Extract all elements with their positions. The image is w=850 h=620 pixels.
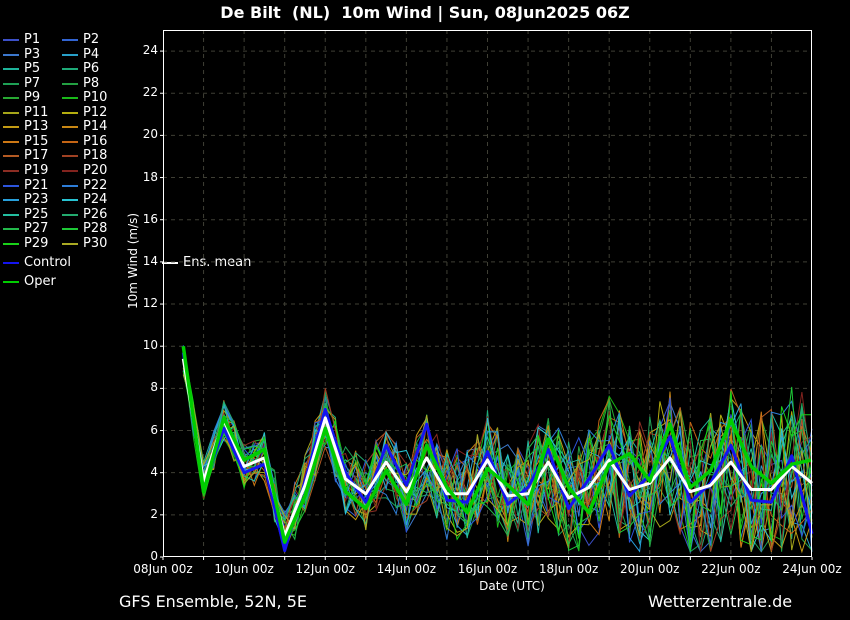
x-tick-label: 12Jun 00z [288,562,362,576]
x-tick-label: 22Jun 00z [694,562,768,576]
footer-model-label: GFS Ensemble, 52N, 5E [119,592,307,611]
y-tick-label: 10 [124,338,158,352]
y-tick-label: 2 [124,507,158,521]
x-tick-label: 16Jun 00z [451,562,525,576]
footer-site-label: Wetterzentrale.de [648,592,792,611]
y-tick-label: 20 [124,127,158,141]
y-tick-label: 22 [124,85,158,99]
y-tick-label: 16 [124,212,158,226]
y-tick-label: 0 [124,549,158,563]
ensemble-chart-page: De Bilt (NL) 10m Wind | Sun, 08Jun2025 0… [0,0,850,620]
x-tick-label: 20Jun 00z [613,562,687,576]
x-tick-label: 24Jun 00z [775,562,849,576]
y-tick-label: 4 [124,465,158,479]
x-tick-label: 18Jun 00z [532,562,606,576]
x-axis-label: Date (UTC) [452,579,572,593]
y-tick-label: 12 [124,296,158,310]
y-tick-label: 8 [124,380,158,394]
x-tick-label: 14Jun 00z [369,562,443,576]
x-tick-label: 10Jun 00z [207,562,281,576]
y-tick-label: 18 [124,170,158,184]
y-tick-label: 14 [124,254,158,268]
x-tick-label: 08Jun 00z [126,562,200,576]
y-tick-label: 24 [124,43,158,57]
y-tick-label: 6 [124,423,158,437]
